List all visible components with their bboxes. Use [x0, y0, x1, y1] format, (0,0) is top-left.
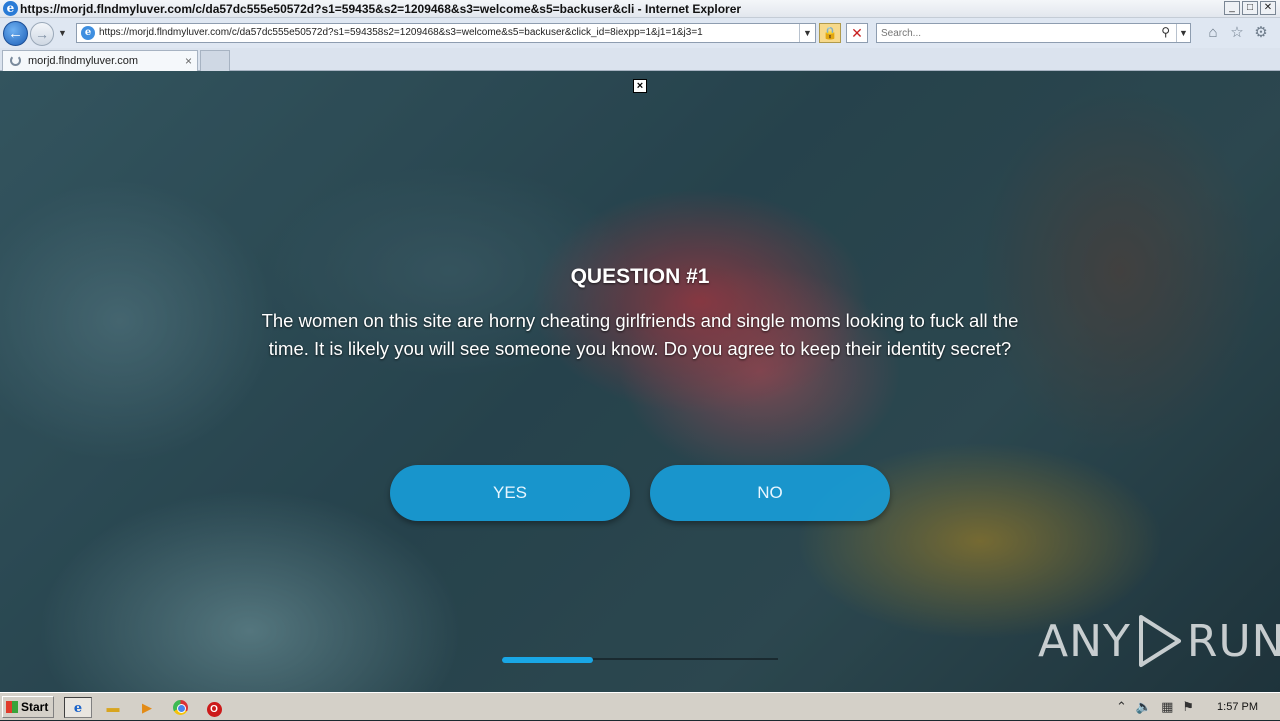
star-icon[interactable]: ☆	[1228, 24, 1246, 42]
address-url[interactable]: https://morjd.flndmyluver.com/c/da57dc55…	[99, 27, 799, 38]
home-icon[interactable]: ⌂	[1204, 24, 1222, 42]
question-text: The women on this site are horny cheatin…	[261, 310, 1019, 359]
address-dropdown-icon[interactable]: ▼	[799, 24, 815, 42]
search-box[interactable]: ⚲ ▼	[876, 23, 1191, 43]
minimize-button[interactable]: _	[1224, 1, 1240, 15]
new-tab-button[interactable]	[200, 50, 230, 71]
search-input[interactable]	[881, 26, 1151, 41]
media-player-icon[interactable]: ▶	[133, 697, 161, 718]
taskbar: Start e ▬ ▶ O ⌃ 🔈 ▦ ⚑ 1:57 PM	[0, 692, 1280, 720]
back-arrow-icon[interactable]: ←	[3, 21, 28, 46]
no-button[interactable]: NO	[650, 465, 890, 521]
lock-icon[interactable]: 🔒	[819, 23, 841, 43]
internet-explorer-icon: e	[3, 1, 18, 16]
volume-icon[interactable]: 🔈	[1136, 699, 1152, 715]
yes-button[interactable]: YES	[390, 465, 630, 521]
loading-spinner-icon	[10, 55, 21, 66]
stop-icon[interactable]: ✕	[846, 23, 868, 43]
tab-row: morjd.flndmyluver.com ×	[0, 48, 1280, 71]
navigation-bar: ← → ▼ e https://morjd.flndmyluver.com/c/…	[0, 18, 1280, 48]
windows-flag-icon	[6, 701, 18, 713]
maximize-button[interactable]: □	[1242, 1, 1258, 15]
page-favicon-icon: e	[81, 26, 95, 40]
close-window-button[interactable]: ✕	[1260, 1, 1276, 15]
toolbar-icons: ⌂ ☆ ⚙	[1204, 24, 1270, 42]
page-content: × QUESTION #1 The women on this site are…	[0, 71, 1280, 692]
background-image	[0, 71, 1280, 692]
system-tray: ⌃ 🔈 ▦ ⚑ 1:57 PM	[1116, 696, 1276, 718]
internet-explorer-icon[interactable]: e	[64, 697, 92, 718]
search-dropdown-icon[interactable]: ▼	[1176, 24, 1190, 42]
start-button[interactable]: Start	[2, 696, 54, 718]
window-title: https://morjd.flndmyluver.com/c/da57dc55…	[20, 2, 742, 16]
window-controls: _ □ ✕	[1224, 1, 1276, 15]
magnifier-icon[interactable]: ⚲	[1161, 25, 1170, 39]
show-hidden-icons-icon[interactable]: ⌃	[1116, 699, 1127, 715]
clock[interactable]: 1:57 PM	[1217, 701, 1258, 713]
address-bar[interactable]: e https://morjd.flndmyluver.com/c/da57dc…	[76, 23, 816, 43]
network-icon[interactable]: ▦	[1161, 699, 1173, 715]
close-tab-icon[interactable]: ×	[185, 54, 192, 68]
forward-arrow-icon[interactable]: →	[30, 22, 54, 46]
opera-icon[interactable]: O	[200, 697, 228, 718]
progress-bar	[502, 657, 593, 663]
question-title: QUESTION #1	[570, 265, 710, 288]
recent-pages-dropdown-icon[interactable]: ▼	[58, 28, 67, 38]
anyrun-watermark: ANY RUN	[1038, 613, 1280, 669]
folder-icon[interactable]: ▬	[99, 697, 127, 718]
chrome-icon[interactable]	[166, 697, 194, 718]
browser-window: e https://morjd.flndmyluver.com/c/da57dc…	[0, 0, 1280, 692]
watermark-left-text: ANY	[1038, 615, 1131, 667]
title-bar: e https://morjd.flndmyluver.com/c/da57dc…	[0, 0, 1280, 18]
close-overlay-button[interactable]: ×	[633, 79, 647, 93]
watermark-right-text: RUN	[1186, 615, 1280, 667]
tab-title: morjd.flndmyluver.com	[28, 55, 139, 67]
gear-icon[interactable]: ⚙	[1252, 24, 1270, 42]
start-label: Start	[21, 700, 49, 714]
tab-active[interactable]: morjd.flndmyluver.com ×	[2, 50, 198, 71]
play-logo-icon	[1138, 615, 1181, 667]
action-center-flag-icon[interactable]: ⚑	[1182, 699, 1194, 715]
